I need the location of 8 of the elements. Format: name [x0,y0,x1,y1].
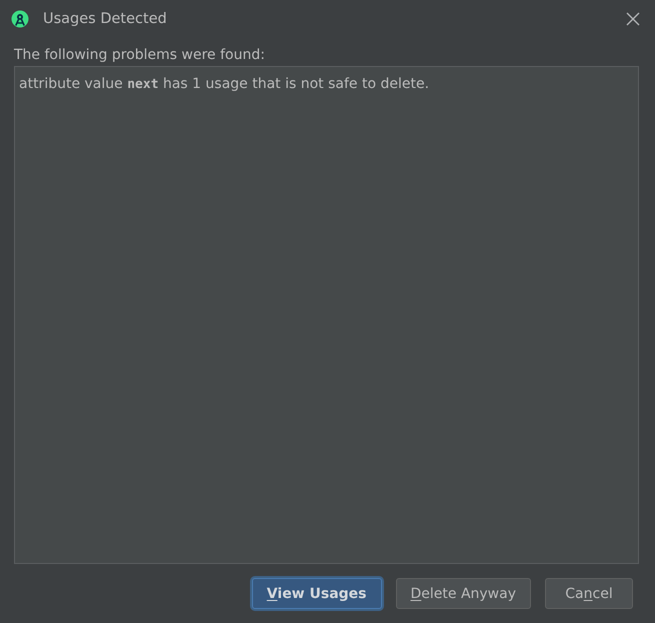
dialog-button[interactable]: Delete Anyway [396,578,531,609]
prompt-label: The following problems were found: [14,46,266,65]
problem-text: attribute value next has 1 usage that is not safe to delete. [19,75,430,94]
default-button[interactable]: View Usages [252,578,382,609]
window-title: Usages Detected [43,10,168,26]
close-icon[interactable] [625,10,641,26]
app-logo-icon [11,10,29,28]
dialog-button[interactable]: Cancel [545,578,633,609]
